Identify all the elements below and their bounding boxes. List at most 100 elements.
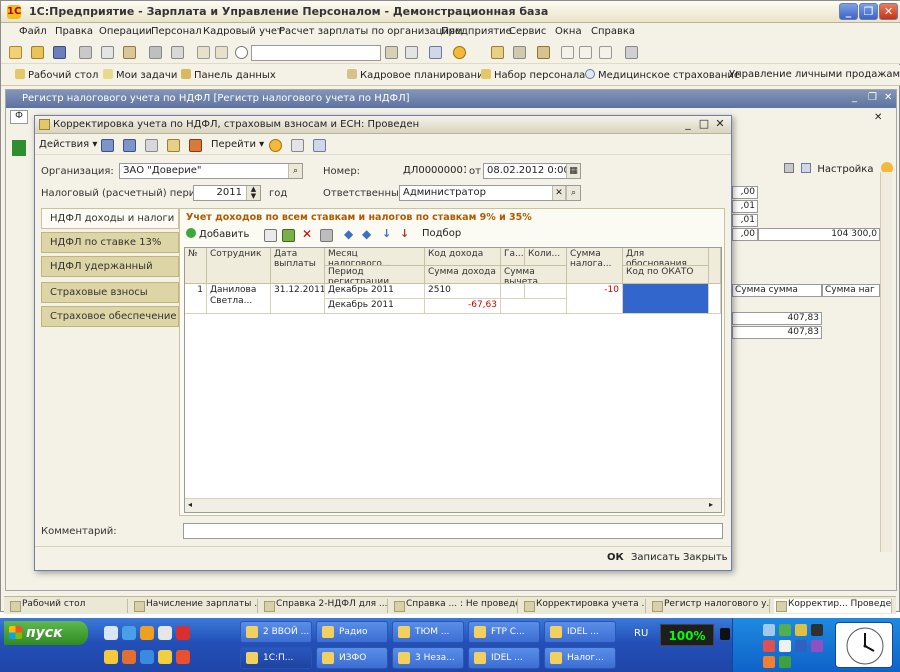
open-icon[interactable] <box>31 46 44 59</box>
update-icon[interactable] <box>811 640 823 652</box>
tab-ndfl-13[interactable]: НДФЛ по ставке 13% <box>41 232 179 253</box>
search-icon[interactable] <box>235 46 248 59</box>
table-row-code2[interactable] <box>525 284 567 299</box>
taskbar-item[interactable]: IDEL ... <box>468 647 540 669</box>
security-icon[interactable] <box>795 624 807 636</box>
m-minus-icon[interactable] <box>599 46 612 59</box>
calendar-icon[interactable] <box>429 46 442 59</box>
employees-icon[interactable] <box>537 46 550 59</box>
dialog-help-icon[interactable] <box>269 139 282 152</box>
media-icon[interactable] <box>122 650 136 664</box>
registry-restore-button[interactable]: ❐ <box>868 92 877 103</box>
menu-operations[interactable]: Операции <box>99 26 152 37</box>
registry-inner-close[interactable]: ✕ <box>874 112 882 123</box>
col-header-okato[interactable]: Код по ОКАТО <box>623 266 709 284</box>
panel-medical[interactable]: Медицинское страхование <box>585 69 740 81</box>
find-next-icon[interactable] <box>405 46 418 59</box>
window-tab-desktop[interactable]: Рабочий стол <box>8 599 128 613</box>
col-header-code2[interactable]: Коли... <box>525 248 567 266</box>
col-header-num[interactable]: № <box>185 248 207 284</box>
organization-field[interactable]: ЗАО "Доверие" ⌕ <box>119 163 303 179</box>
menu-edit[interactable]: Правка <box>55 26 93 37</box>
col-header-tax-sum[interactable]: Сумма налога... <box>567 248 623 284</box>
tab-insurance-contributions[interactable]: Страховые взносы <box>41 282 179 303</box>
dialog-maximize-button[interactable]: □ <box>697 117 711 131</box>
taskbar-item[interactable]: Радио <box>316 621 388 643</box>
list-icon[interactable] <box>291 139 304 152</box>
sync-icon[interactable] <box>779 656 791 668</box>
col-header-income-code[interactable]: Код дохода <box>425 248 501 266</box>
table-row-employee[interactable]: Данилова Светла... <box>207 284 271 314</box>
panel-my-tasks[interactable]: Мои задачи <box>103 69 177 81</box>
tab-ndfl-withheld[interactable]: НДФЛ удержанный <box>41 256 179 277</box>
firefox-icon[interactable] <box>140 626 154 640</box>
clock-widget[interactable] <box>835 622 893 668</box>
antivirus-icon[interactable] <box>779 624 791 636</box>
calendar-icon[interactable]: ▦ <box>566 164 580 178</box>
comment-field[interactable] <box>183 523 723 539</box>
power-plug-icon[interactable] <box>720 628 730 640</box>
menu-personnel[interactable]: Персонал <box>151 26 202 37</box>
select-button[interactable]: Подбор <box>422 228 461 239</box>
save-icon[interactable] <box>53 46 66 59</box>
app-quicklaunch-icon[interactable] <box>176 626 190 640</box>
network-icon[interactable] <box>763 624 775 636</box>
search-input[interactable] <box>251 45 381 61</box>
ie-icon[interactable] <box>122 626 136 640</box>
table-row-date[interactable]: 31.12.2011 <box>271 284 325 314</box>
table-row-okato-selected[interactable] <box>623 284 709 314</box>
window-tab-certificate[interactable]: Справка ... : Не проведен <box>392 599 518 613</box>
col-header-employee[interactable]: Сотрудник <box>207 248 271 284</box>
panel-sales[interactable]: Управление личными продажами <box>729 69 900 80</box>
table-row-month[interactable]: Декабрь 2011 <box>325 284 425 299</box>
period-field[interactable]: 2011 ▲ ▼ <box>193 185 261 201</box>
table-row-tax-sum[interactable]: -10 <box>567 284 623 314</box>
cut-icon[interactable] <box>79 46 92 59</box>
registry-settings-button[interactable]: Настройка <box>784 162 893 175</box>
registry-minimize-button[interactable]: _ <box>852 92 857 103</box>
menu-help[interactable]: Справка <box>591 26 635 37</box>
window-tab-correction[interactable]: Корректировка учета ... <box>522 599 646 613</box>
print-icon[interactable] <box>149 46 162 59</box>
col-header-income-amount[interactable]: Сумма дохода <box>425 266 501 284</box>
panel-recruiting[interactable]: Набор персонала <box>481 69 585 81</box>
registry-close-button[interactable]: ✕ <box>884 92 892 103</box>
taskbar-item[interactable]: 3 Неза... <box>392 647 464 669</box>
table-row-num[interactable]: 1 <box>185 284 207 314</box>
menu-enterprise[interactable]: Предприятие <box>441 26 512 37</box>
sort-desc-icon[interactable]: ↓ <box>400 227 409 240</box>
structure-icon[interactable] <box>167 139 180 152</box>
alert-icon[interactable] <box>763 640 775 652</box>
table-row-ga[interactable] <box>501 284 525 299</box>
menu-service[interactable]: Сервис <box>509 26 546 37</box>
panel-hr-planning[interactable]: Кадровое планирование <box>347 69 490 81</box>
bold-icon[interactable] <box>561 46 574 59</box>
registry-scrollbar[interactable] <box>880 172 892 552</box>
scroll-left-icon[interactable]: ◂ <box>188 500 192 509</box>
display-icon[interactable] <box>811 624 823 636</box>
copy-row-icon[interactable] <box>264 229 277 242</box>
menu-file[interactable]: Файл <box>19 26 47 37</box>
calculator-icon[interactable] <box>625 46 638 59</box>
tab-ndfl-income[interactable]: НДФЛ доходы и налоги <box>41 208 179 229</box>
move-down-icon[interactable]: ◆ <box>362 227 371 241</box>
dialog-close-button[interactable]: ✕ <box>713 117 727 131</box>
tool-icon[interactable] <box>176 650 190 664</box>
tab-insurance-coverage[interactable]: Страховое обеспечение <box>41 306 179 327</box>
post-icon[interactable] <box>101 139 114 152</box>
date-field[interactable]: 08.02.2012 0:00:00 ▦ <box>483 163 581 179</box>
messenger-tray-icon[interactable] <box>763 656 775 668</box>
save-button[interactable]: Записать <box>631 552 680 563</box>
taskbar-item[interactable]: FTP C... <box>468 621 540 643</box>
save-doc-icon[interactable] <box>123 139 136 152</box>
spinner-icon[interactable]: ▲ ▼ <box>246 186 260 200</box>
col-header-date[interactable]: Дата выплаты <box>271 248 325 284</box>
delete-row-icon[interactable]: ✕ <box>302 227 312 241</box>
movements-icon[interactable] <box>189 139 202 152</box>
volume-icon[interactable] <box>779 640 791 652</box>
edit-row-icon[interactable] <box>282 229 295 242</box>
journal-icon[interactable] <box>491 46 504 59</box>
window-tab-ndfl-report[interactable]: Справка 2-НДФЛ для ... <box>262 599 388 613</box>
menu-hr[interactable]: Кадровый учет <box>203 26 283 37</box>
start-button[interactable]: пуск <box>4 621 88 645</box>
